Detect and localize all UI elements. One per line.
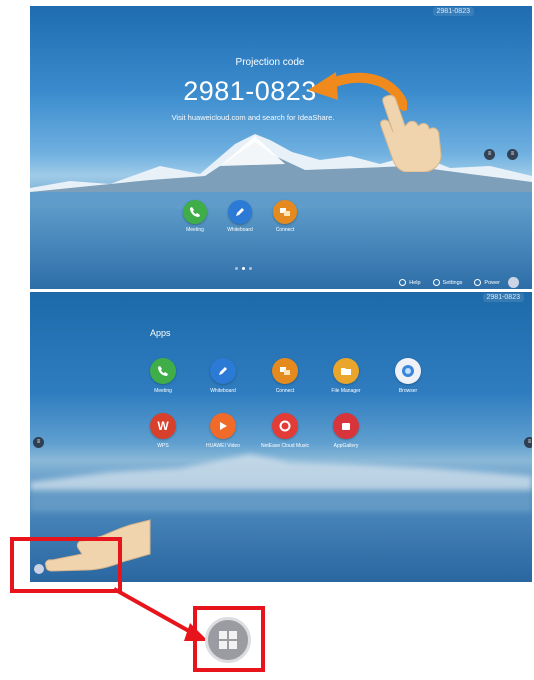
pointing-hand-icon bbox=[380, 94, 442, 172]
app-browser[interactable]: Browser bbox=[375, 358, 441, 394]
gear-icon bbox=[432, 279, 440, 286]
pen-icon bbox=[210, 358, 236, 384]
app-label: Meeting bbox=[154, 388, 172, 394]
side-menu-button-right[interactable]: ≡ bbox=[507, 149, 518, 160]
app-file-manager[interactable]: File Manager bbox=[313, 358, 379, 394]
page-dot bbox=[249, 267, 252, 270]
windows-logo-icon bbox=[219, 631, 237, 649]
settings-label: Settings bbox=[442, 279, 463, 286]
blurred-backdrop bbox=[30, 454, 532, 512]
projection-code-tag: 2981-0823 bbox=[432, 7, 474, 16]
help-button[interactable]: Help bbox=[399, 279, 421, 286]
projection-code-title: Projection code bbox=[235, 57, 305, 68]
home-screen: 2981-0823 Projection code 2981-0823 Visi… bbox=[30, 6, 532, 289]
help-icon bbox=[399, 279, 407, 286]
bottom-bar: Help Settings Power bbox=[399, 279, 500, 286]
side-menu-button-right[interactable]: ≡ bbox=[524, 437, 532, 448]
browser-icon bbox=[395, 358, 421, 384]
wps-icon: W bbox=[150, 413, 176, 439]
app-label: Browser bbox=[398, 388, 418, 394]
app-label: Whiteboard bbox=[210, 388, 236, 394]
app-label: File Manager bbox=[331, 388, 361, 394]
power-button[interactable]: Power bbox=[474, 279, 500, 286]
dock-app-label: Meeting bbox=[186, 227, 204, 233]
app-label: Connect bbox=[275, 388, 295, 394]
side-menu-button-left[interactable]: ≡ bbox=[33, 437, 44, 448]
page-indicator bbox=[235, 267, 252, 270]
power-label: Power bbox=[484, 279, 500, 286]
app-whiteboard[interactable]: Whiteboard bbox=[190, 358, 256, 394]
page-dot bbox=[235, 267, 238, 270]
appgallery-icon bbox=[333, 413, 359, 439]
folder-icon bbox=[333, 358, 359, 384]
page-dot-active bbox=[242, 267, 245, 270]
mountain-backdrop bbox=[30, 134, 532, 206]
help-label: Help bbox=[409, 279, 421, 286]
dock-app-label: Whiteboard bbox=[227, 227, 253, 233]
settings-button[interactable]: Settings bbox=[432, 279, 463, 286]
app-appgallery[interactable]: AppGallery bbox=[313, 413, 379, 449]
windows-start-icon bbox=[205, 617, 251, 663]
side-menu-button-left[interactable]: ≡ bbox=[484, 149, 495, 160]
music-icon bbox=[272, 413, 298, 439]
app-huawei-video[interactable]: HUAWEI Video bbox=[190, 413, 256, 449]
dock-app-whiteboard[interactable]: Whiteboard bbox=[220, 200, 260, 233]
projection-code-tag: 2981-0823 bbox=[482, 293, 524, 302]
app-wps[interactable]: W WPS bbox=[130, 413, 196, 449]
connect-icon bbox=[272, 358, 298, 384]
pen-icon bbox=[228, 200, 252, 224]
phone-icon bbox=[183, 200, 207, 224]
dock-app-label: Connect bbox=[275, 227, 295, 233]
app-connect[interactable]: Connect bbox=[252, 358, 318, 394]
power-icon bbox=[474, 279, 482, 286]
highlight-box-start-button bbox=[10, 537, 122, 593]
play-icon bbox=[210, 413, 236, 439]
dock-app-meeting[interactable]: Meeting bbox=[175, 200, 215, 233]
start-button[interactable] bbox=[508, 277, 519, 288]
dock-app-connect[interactable]: Connect bbox=[265, 200, 305, 233]
app-label: AppGallery bbox=[333, 443, 359, 449]
app-netease-cloud-music[interactable]: NetEase Cloud Music bbox=[252, 413, 318, 449]
app-meeting[interactable]: Meeting bbox=[130, 358, 196, 394]
apps-title: Apps bbox=[150, 328, 171, 338]
connect-icon bbox=[273, 200, 297, 224]
app-label: WPS bbox=[157, 443, 169, 449]
phone-icon bbox=[150, 358, 176, 384]
app-label: NetEase Cloud Music bbox=[260, 443, 310, 449]
app-label: HUAWEI Video bbox=[206, 443, 240, 449]
